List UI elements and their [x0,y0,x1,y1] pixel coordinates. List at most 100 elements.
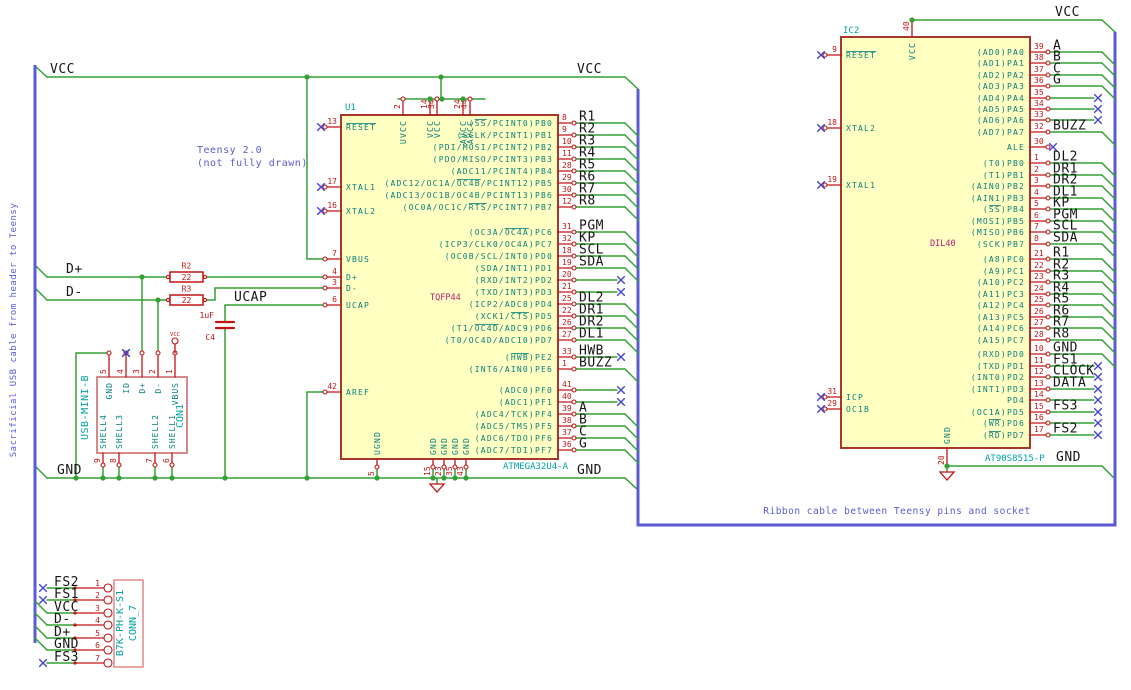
pin-name: (SCK)PB7 [977,240,1025,249]
pin-name: SHELL1 [168,414,177,449]
pin-number: 1 [562,359,567,368]
pin-number: 29 [562,173,572,182]
pin-end [571,168,577,174]
pin-name: XTAL2 [846,124,876,133]
pin-name: (ADC0)PF0 [499,386,553,395]
pin-end [1045,218,1051,224]
pin-name: (RXD)PD0 [977,350,1025,359]
pin-name: GND [462,437,471,455]
pin-number: 22 [562,306,572,315]
schematic: U1ATMEGA32U4-ATQFP448(SS/PCINT0)PB0 R19(S… [0,0,1131,690]
u1-atmega32u4-part-name: ATMEGA32U4-A [503,462,569,472]
junction-dot [427,96,433,102]
pin-end [1045,206,1051,212]
pin-number: 26 [1034,307,1044,316]
pin-name: D+ [138,382,147,394]
pin-name: (RD)PD7 [983,431,1025,440]
pin-number: 36 [1034,76,1044,85]
net-label: DATA [1053,376,1086,391]
pin-name: (PDI/MOSI/PCINT2)PB2 [433,143,553,152]
pin-name: PD4 [1007,396,1025,405]
pin-end [322,274,328,280]
pin-number: 18 [827,118,837,127]
pin-name: (ICP3/CLK0/OC4A)PC7 [439,240,553,249]
pin-end [1045,279,1051,285]
pin-number: 33 [562,347,572,356]
pin-end [165,297,171,303]
pin-number: 33 [1034,110,1044,119]
net-label: G [1053,73,1061,88]
pin-number: 36 [562,440,572,449]
net-label: VCC [1055,5,1080,20]
pin-name: ID [122,382,131,394]
pin-end [571,120,577,126]
pin-name: (A15)PC7 [977,336,1025,345]
pin-end [1045,172,1051,178]
junction-dot [304,475,310,481]
net-label: R8 [1053,327,1070,342]
pin-number: 37 [562,428,572,437]
pin-number: 11 [562,149,572,158]
net-label: D- [66,285,83,300]
pin-name: (AD0)PA0 [977,48,1025,57]
pin-name: (T0/OC4D/ADC10)PD7 [445,336,553,345]
junction-dot [441,475,447,481]
net-label: VCC [577,62,602,77]
junction-dot [944,463,950,469]
pin-end [571,192,577,198]
pin-number: 40 [562,392,572,401]
pin-number: 7 [1034,222,1039,231]
pin-number: 5 [367,471,376,476]
pin-number: 14 [1034,390,1044,399]
pin-name: VCC [908,42,917,60]
pin-pad [103,583,113,593]
pin-end [1045,302,1051,308]
pin-end [571,132,577,138]
capacitor-reference: C4 [205,333,215,342]
pin-end [1045,374,1051,380]
pin-name: GND [943,426,952,444]
pin-end [1045,351,1051,357]
pin-name: (T1)PB1 [983,171,1025,180]
pin-end [1045,314,1051,320]
pin-name: (A9)PC1 [983,267,1025,276]
pin-number: 30 [1034,137,1044,146]
pin-name: VCC [433,120,442,138]
pin-number: 42 [327,382,337,391]
pin-number: 17 [1034,425,1044,434]
pin-end [1045,144,1051,150]
pin-name: (OC1A)PD5 [971,408,1025,417]
pin-name: GND [429,437,438,455]
pin-name: (MOSI)PB5 [971,217,1025,226]
pin-name: (AD7)PA7 [977,128,1025,137]
pin-end [571,289,577,295]
pin-name: (INT6/AIN0)PE6 [469,365,553,374]
pin-number: 35 [445,466,454,476]
pin-number: 31 [562,222,572,231]
net-label: FS3 [1053,399,1078,414]
pin-name: GND [440,437,449,455]
pin-number: 25 [562,294,572,303]
pin-end [571,423,577,429]
pin-number: 6 [332,295,337,304]
pin-name: ICP [846,393,864,402]
pin-end [1045,229,1051,235]
pin-number: 23 [434,466,443,476]
conn7-part-name: B7K-PH-K-S1 [115,590,126,656]
pin-name: (A11)PC3 [977,290,1025,299]
pin-number: 39 [1034,42,1044,51]
pin-name: UCAP [346,301,370,310]
pin-end [322,285,328,291]
net-label: SDA [1053,231,1078,246]
pin-end [1045,60,1051,66]
pin-end [165,274,171,280]
net-label: FS3 [54,650,79,665]
junction-dot [438,74,444,80]
pin-number: 16 [1034,413,1044,422]
pin-end [139,350,145,356]
junction-dot [139,274,145,280]
pin-name: (SS)PB4 [983,205,1025,214]
pin-number: 28 [562,161,572,170]
pin-name: (ICP2/ADC8)PD4 [469,300,553,309]
pin-name: RESET [846,51,876,60]
